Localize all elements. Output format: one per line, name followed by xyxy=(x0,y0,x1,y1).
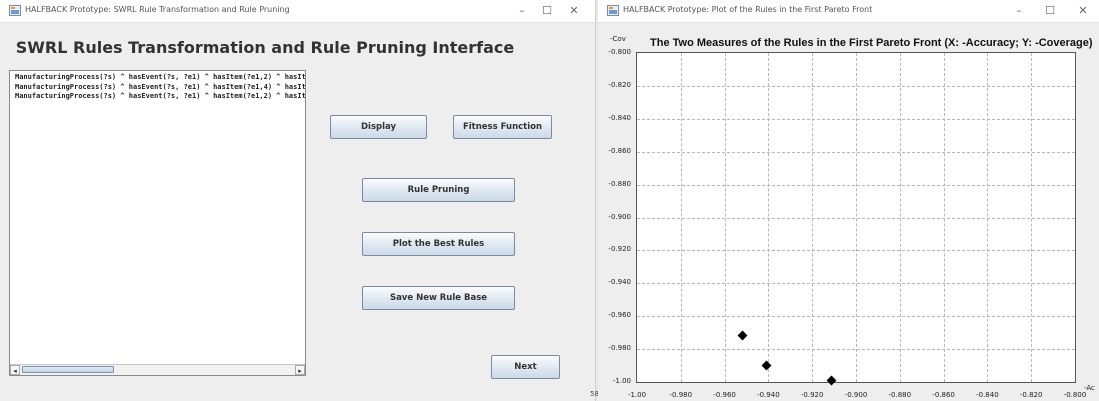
close-icon[interactable]: ✕ xyxy=(1075,3,1091,19)
x-tick-label: -0.840 xyxy=(976,391,999,399)
grid-line-horizontal xyxy=(637,85,1075,87)
left-window-titlebar[interactable]: HALFBACK Prototype: SWRL Rule Transforma… xyxy=(0,0,595,23)
rules-list[interactable]: ManufacturingProcess(?s) ^ hasEvent(?s, … xyxy=(9,70,306,376)
minimize-icon[interactable]: – xyxy=(514,3,530,19)
x-tick-label: -0.860 xyxy=(932,391,955,399)
java-app-icon xyxy=(9,5,21,16)
y-tick-label: -0.960 xyxy=(608,311,631,320)
minimize-icon[interactable]: – xyxy=(1011,3,1027,19)
next-button[interactable]: Next xyxy=(491,355,560,379)
scroll-thumb[interactable] xyxy=(22,366,114,373)
x-tick-label: -0.960 xyxy=(713,391,736,399)
grid-line-horizontal xyxy=(637,151,1075,153)
rule-pruning-window: HALFBACK Prototype: SWRL Rule Transforma… xyxy=(0,0,596,401)
y-tick-label: -1.00 xyxy=(612,377,631,385)
grid-line-horizontal xyxy=(637,283,1075,285)
maximize-icon[interactable]: ☐ xyxy=(1042,3,1058,19)
x-tick-label: -0.880 xyxy=(888,391,912,399)
interface-heading: SWRL Rules Transformation and Rule Pruni… xyxy=(15,38,515,57)
right-window-title: HALFBACK Prototype: Plot of the Rules in… xyxy=(623,5,873,14)
rule-line: ManufacturingProcess(?s) ^ hasEvent(?s, … xyxy=(15,82,306,91)
x-tick-label: -0.800 xyxy=(1063,391,1087,399)
x-tick-label: -0.920 xyxy=(800,391,824,399)
fitness-function-button[interactable]: Fitness Function xyxy=(453,115,552,139)
y-tick-label: -0.800 xyxy=(608,48,631,56)
grid-line-horizontal xyxy=(637,349,1075,351)
rule-line: ManufacturingProcess(?s) ^ hasEvent(?s, … xyxy=(15,73,306,81)
grid-line-horizontal xyxy=(637,316,1075,318)
right-window-titlebar[interactable]: HALFBACK Prototype: Plot of the Rules in… xyxy=(598,0,1099,23)
data-point-diamond xyxy=(826,375,837,386)
rules-text-area[interactable]: ManufacturingProcess(?s) ^ hasEvent(?s, … xyxy=(15,73,305,102)
horizontal-scrollbar[interactable]: ◂ ▸ xyxy=(10,364,305,375)
y-tick-label: -0.980 xyxy=(608,344,631,353)
y-tick-label: -0.880 xyxy=(608,179,631,188)
y-tick-label: -0.920 xyxy=(608,245,631,254)
chart-title: The Two Measures of the Rules in the Fir… xyxy=(650,37,1093,49)
plot-best-rules-button[interactable]: Plot the Best Rules xyxy=(362,232,515,256)
close-icon[interactable]: ✕ xyxy=(566,3,582,19)
y-axis-label: -Cov xyxy=(610,35,626,43)
y-tick-label: -0.940 xyxy=(608,278,631,287)
display-button[interactable]: Display xyxy=(330,115,427,139)
grid-line-horizontal xyxy=(637,184,1075,186)
y-tick-label: -0.820 xyxy=(608,80,631,89)
x-axis-label: -Ac xyxy=(1084,384,1095,392)
y-tick-label: -0.860 xyxy=(608,146,631,155)
rule-line: ManufacturingProcess(?s) ^ hasEvent(?s, … xyxy=(15,92,306,100)
grid-line-horizontal xyxy=(637,250,1075,252)
maximize-icon[interactable]: ☐ xyxy=(539,3,555,19)
scroll-left-icon[interactable]: ◂ xyxy=(10,365,20,375)
left-window-title: HALFBACK Prototype: SWRL Rule Transforma… xyxy=(25,5,290,14)
grid-line-horizontal xyxy=(637,217,1075,219)
data-point-diamond xyxy=(761,360,772,371)
data-point-diamond xyxy=(737,330,748,341)
x-tick-label: -0.820 xyxy=(1019,391,1043,399)
x-tick-label: -1.00 xyxy=(627,391,647,399)
y-tick-label: -0.840 xyxy=(608,113,631,122)
x-tick-label: -0.900 xyxy=(844,391,868,399)
java-app-icon xyxy=(607,5,619,16)
y-tick-label: -0.900 xyxy=(608,212,631,221)
scroll-right-icon[interactable]: ▸ xyxy=(295,365,305,375)
pareto-plot-window: HALFBACK Prototype: Plot of the Rules in… xyxy=(598,0,1099,401)
save-new-rule-base-button[interactable]: Save New Rule Base xyxy=(362,286,515,310)
scatter-plot-area xyxy=(636,52,1076,386)
x-tick-label: -0.940 xyxy=(757,391,780,399)
grid-line-horizontal xyxy=(637,118,1075,120)
rule-pruning-button[interactable]: Rule Pruning xyxy=(362,178,515,202)
x-tick-label: -0.980 xyxy=(669,391,693,399)
